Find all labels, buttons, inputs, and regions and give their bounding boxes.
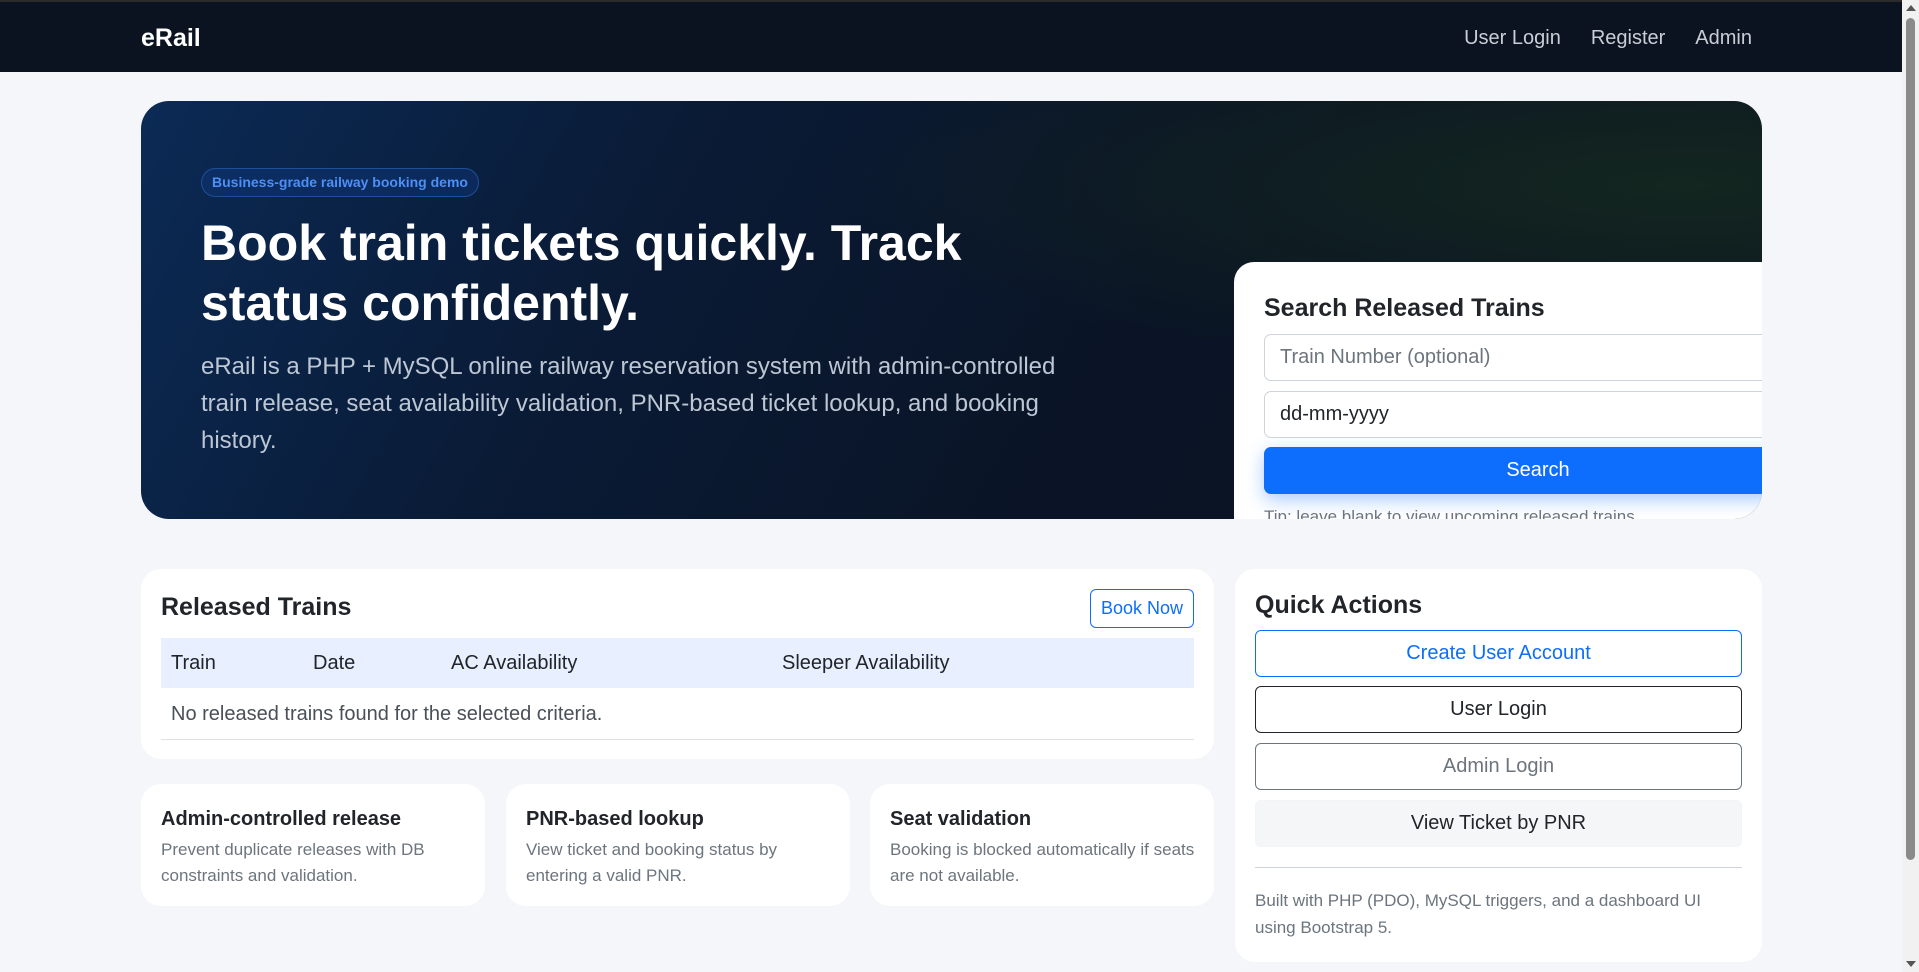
date-input[interactable]: dd-mm-yyyy [1264,391,1762,438]
feature-card-seat-validation: Seat validation Booking is blocked autom… [870,784,1214,906]
feature-card-admin-release: Admin-controlled release Prevent duplica… [141,784,485,906]
divider [1255,867,1742,868]
hero-section: Business-grade railway booking demo Book… [141,101,1762,519]
feature-title: Seat validation [890,808,1032,830]
column-header-date: Date [313,652,356,674]
admin-login-button[interactable]: Admin Login [1255,743,1742,790]
column-header-sleeper: Sleeper Availability [782,652,950,674]
column-header-ac: AC Availability [451,652,578,674]
nav-admin[interactable]: Admin [1695,27,1752,50]
page-scrollbar[interactable] [1902,0,1919,972]
feature-title: PNR-based lookup [526,808,704,830]
feature-card-pnr-lookup: PNR-based lookup View ticket and booking… [506,784,850,906]
user-login-button[interactable]: User Login [1255,686,1742,733]
hero-badge: Business-grade railway booking demo [201,168,479,197]
book-now-button[interactable]: Book Now [1089,589,1194,628]
hero-description: eRail is a PHP + MySQL online railway re… [201,353,1056,454]
built-with-note: Built with PHP (PDO), MySQL triggers, an… [1255,891,1701,937]
nav-user-login[interactable]: User Login [1464,27,1561,50]
search-button[interactable]: Search [1264,447,1762,494]
view-ticket-pnr-button[interactable]: View Ticket by PNR [1255,800,1742,847]
feature-description: View ticket and booking status by enteri… [526,840,778,885]
navbar: eRail User Login Register Admin [0,0,1902,72]
nav-register[interactable]: Register [1591,27,1665,50]
scroll-up-arrow-icon[interactable] [1906,5,1916,11]
column-header-train: Train [171,652,216,674]
create-account-button[interactable]: Create User Account [1255,630,1742,677]
feature-description: Prevent duplicate releases with DB const… [161,840,425,885]
date-placeholder: dd-mm-yyyy [1280,403,1389,425]
scroll-down-arrow-icon[interactable] [1906,961,1916,967]
quick-actions-card: Quick Actions Create User Account User L… [1235,569,1762,962]
search-card: Search Released Trains Train Number (opt… [1234,262,1762,519]
hero-title: Book train tickets quickly. Track status… [201,215,962,331]
search-tip: Tip: leave blank to view upcoming releas… [1264,507,1640,519]
table-header: Train Date AC Availability Sleeper Avail… [161,638,1194,688]
nav-links: User Login Register Admin [1464,27,1752,50]
brand-logo[interactable]: eRail [141,24,201,53]
quick-actions-title: Quick Actions [1255,591,1423,619]
released-trains-title: Released Trains [161,593,352,621]
feature-title: Admin-controlled release [161,808,402,830]
empty-message: No released trains found for the selecte… [171,703,603,725]
search-title: Search Released Trains [1264,294,1545,322]
scrollbar-thumb[interactable] [1906,18,1915,860]
feature-description: Booking is blocked automatically if seat… [890,840,1195,885]
table-row: No released trains found for the selecte… [161,688,1194,740]
released-trains-card: Released Trains Book Now Train Date AC A… [141,569,1214,759]
train-number-input[interactable]: Train Number (optional) [1264,334,1762,381]
